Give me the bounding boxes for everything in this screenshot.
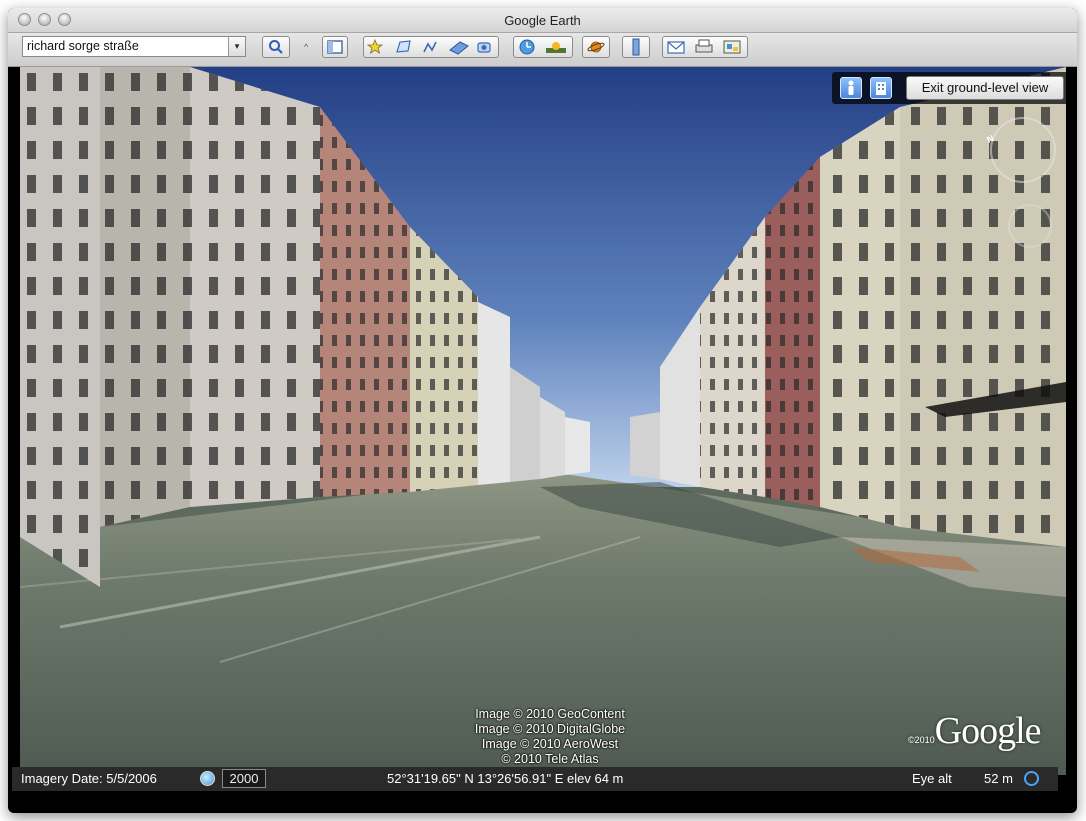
planets-button[interactable] [582,36,610,58]
building-left [565,417,590,475]
building-right [630,412,660,479]
move-joystick-ring[interactable] [1008,204,1052,248]
add-path-icon [423,41,437,53]
app-window: Google Earth richard sorge straße ▾ ^ Ex… [8,8,1077,813]
logo-year: ©2010 [908,735,935,745]
street-scene [20,67,1066,775]
add-tools-group [363,36,499,58]
logo-word: Google [934,710,1042,752]
ground-level-controls: Exit ground-level view [832,72,1066,104]
eye-alt-label: Eye alt [912,771,952,786]
exit-ground-level-button[interactable]: Exit ground-level view [906,76,1064,100]
ruler-icon [632,38,640,56]
record-tour-icon [477,42,491,53]
imagery-attribution: Image © 2010 GeoContent Image © 2010 Dig… [420,707,680,767]
attribution-line: Image © 2010 GeoContent [475,707,625,721]
title-bar: Google Earth [8,8,1077,33]
window-title: Google Earth [504,13,581,28]
print-icon [695,39,713,53]
building-left [510,367,540,482]
building-left [478,302,510,485]
building-left-windows [190,67,320,507]
add-image-overlay-icon [449,41,469,55]
email-icon [667,41,685,54]
search-input[interactable]: richard sorge straße ▾ [22,36,246,57]
toolbar: richard sorge straße ▾ ^ [8,33,1077,67]
sidebar-toggle-icon [327,40,343,54]
share-tools-icons [667,39,741,54]
look-compass-ring[interactable] [990,117,1056,183]
person-icon [848,80,854,95]
ruler-button[interactable] [622,36,650,58]
search-value: richard sorge straße [27,39,139,53]
view-tools-icons [519,39,566,55]
coordinates-readout: 52°31'19.65" N 13°26'56.91" E elev 64 m [387,771,624,786]
planets-icon [587,41,605,53]
building-view-button[interactable] [870,77,892,99]
share-tools-group [662,36,748,58]
view-in-maps-icon [723,40,741,54]
view-tools-group [513,36,573,58]
building-left-windows [20,67,100,587]
street-view-person-button[interactable] [840,77,862,99]
attribution-line: Image © 2010 AeroWest [481,737,619,751]
building-left-windows [100,67,190,527]
add-tools-icons [366,38,491,55]
streaming-indicator-icon [1024,771,1039,786]
attribution-line: © 2010 Tele Atlas [501,752,599,766]
sunlight-icon [546,42,566,53]
eye-alt-value: 52 m [984,771,1013,786]
building-icon [876,82,886,95]
search-dropdown-button[interactable]: ▾ [228,37,245,56]
add-placemark-icon [366,38,384,54]
historical-imagery-icon [519,39,535,55]
search-icon [269,40,283,54]
building-right-windows [820,107,900,527]
earth-3d-view[interactable]: Exit ground-level view N Image © 2010 Ge… [20,67,1066,775]
google-logo: ©2010Google [908,709,1042,753]
collapse-caret-icon[interactable]: ^ [304,42,308,52]
sidebar-toggle-button[interactable] [322,36,348,58]
imagery-date: Imagery Date: 5/5/2006 [21,771,157,786]
building-right-windows [765,157,820,507]
historical-clock-icon[interactable] [200,771,215,786]
attribution-line: Image © 2010 DigitalGlobe [474,722,626,736]
add-polygon-icon [396,40,411,53]
status-bar: Imagery Date: 5/5/2006 2000 52°31'19.65"… [12,767,1058,791]
year-field[interactable]: 2000 [222,769,266,788]
search-button[interactable] [262,36,290,58]
